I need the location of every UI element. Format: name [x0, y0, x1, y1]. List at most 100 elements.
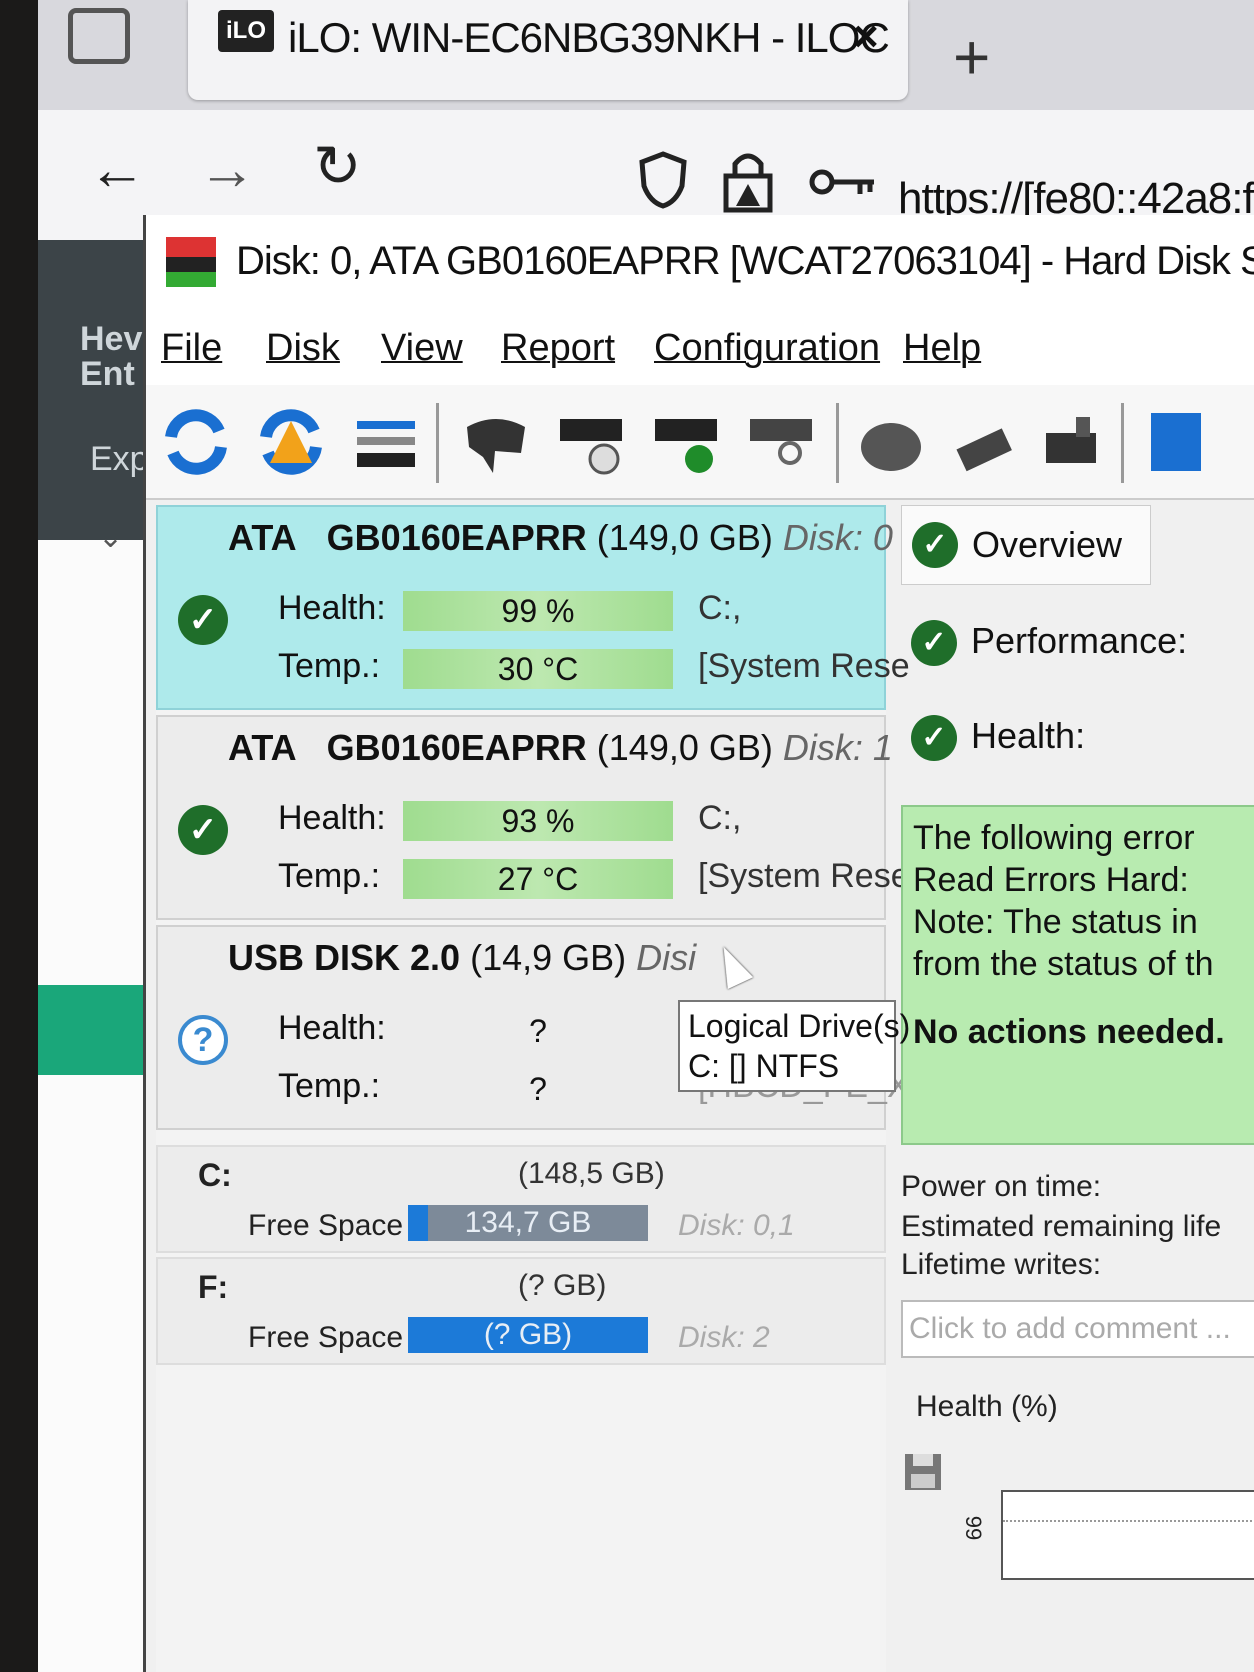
performance-label: Performance:	[971, 620, 1188, 661]
status-ok-icon: ✓	[178, 595, 228, 645]
volume-entry-c[interactable]: C: (148,5 GB) Free Space 134,7 GB Disk: …	[156, 1145, 886, 1253]
key-icon[interactable]	[808, 162, 878, 202]
remaining-life-label: Estimated remaining life	[901, 1210, 1222, 1243]
volume-size: (148,5 GB)	[518, 1157, 665, 1190]
disk-list-icon[interactable]	[351, 407, 421, 477]
drive-letter: C:,	[698, 589, 742, 627]
refresh-warning-icon[interactable]	[256, 407, 326, 477]
menu-configuration[interactable]: Configuration	[654, 327, 880, 370]
tab-title: iLO: WIN-EC6NBG39NKH - ILOC	[288, 14, 890, 61]
free-space-value: 134,7 GB	[464, 1206, 592, 1239]
reload-icon[interactable]: ↻	[313, 132, 362, 200]
temp-bar: 30 °C	[403, 649, 673, 689]
volume-entry-f[interactable]: F: (? GB) Free Space (? GB) Disk: 2	[156, 1257, 886, 1365]
tab-overview-label: Overview	[972, 524, 1123, 565]
health-chart-title: Health (%)	[916, 1390, 1058, 1423]
toolbar-separator	[836, 403, 839, 483]
background-page-sidebar: Hev Ent Exp ⌄ › › › › › ›	[38, 240, 183, 1672]
lock-warning-icon[interactable]	[718, 146, 778, 214]
chart-gridline	[1003, 1520, 1254, 1522]
background-page-active-item[interactable]	[38, 985, 158, 1075]
toolbar	[146, 385, 1254, 500]
overview-panel: ✓ Overview ✓ Performance: ✓ Health: The …	[901, 505, 1254, 1672]
browser-tab-active[interactable]: iLO iLO: WIN-EC6NBG39NKH - ILOC ×	[188, 0, 908, 100]
status-ok-icon: ✓	[911, 715, 957, 761]
window-titlebar[interactable]: Disk: 0, ATA GB0160EAPRR [WCAT27063104] …	[146, 215, 1254, 305]
new-tab-button[interactable]: +	[953, 20, 990, 94]
disk-info-icon[interactable]	[461, 407, 531, 477]
volume-disks: Disk: 0,1	[678, 1209, 795, 1242]
menu-file[interactable]: File	[161, 327, 222, 370]
disk-entry-1[interactable]: ATA GB0160EAPRR (149,0 GB) Disk: 1 ✓ Hea…	[156, 715, 910, 920]
drive-label: [System Rese	[698, 647, 910, 685]
menu-help[interactable]: Help	[903, 327, 981, 370]
bg-text-1: Hev	[80, 320, 143, 358]
health-label: Health:	[278, 799, 386, 837]
disk-entry-0[interactable]: ATA GB0160EAPRR (149,0 GB) Disk: 0 ✓ Hea…	[156, 505, 910, 710]
background-page-header: Hev Ent Exp	[38, 240, 158, 540]
logical-drives-tooltip: Logical Drive(s) C: [] NTFS	[678, 1000, 911, 1092]
free-space-bar: (? GB)	[408, 1317, 648, 1353]
disk-schedule-icon[interactable]	[556, 407, 626, 477]
report-icon[interactable]	[1141, 407, 1211, 477]
message-line: The following error	[913, 819, 1195, 857]
disk-tools-icon[interactable]	[951, 407, 1021, 477]
shield-icon[interactable]	[638, 150, 688, 210]
bg-text-2: Ent	[80, 355, 135, 393]
hds-app-icon	[166, 237, 216, 287]
back-arrow-icon[interactable]: ←	[88, 136, 146, 203]
toolbar-separator	[436, 403, 439, 483]
browser-tabstrip: iLO iLO: WIN-EC6NBG39NKH - ILOC × +	[38, 0, 1254, 110]
refresh-icon[interactable]	[161, 407, 231, 477]
health-label: Health:	[278, 1009, 386, 1047]
message-line: from the status of th	[913, 945, 1214, 983]
status-ok-icon: ✓	[178, 805, 228, 855]
menu-disk[interactable]: Disk	[266, 327, 340, 370]
forward-arrow-icon[interactable]: →	[198, 136, 256, 203]
status-ok-icon: ✓	[912, 522, 958, 568]
chart-axis-tick: 99	[961, 1515, 987, 1541]
health-label: Health:	[278, 589, 386, 627]
disk-ok-icon[interactable]	[651, 407, 721, 477]
status-message-box: The following error Read Errors Hard: No…	[901, 805, 1254, 1145]
window-title: Disk: 0, ATA GB0160EAPRR [WCAT27063104] …	[236, 239, 1254, 283]
tooltip-title: Logical Drive(s)	[688, 1008, 911, 1044]
health-bar: 93 %	[403, 801, 673, 841]
lifetime-writes-label: Lifetime writes:	[901, 1248, 1102, 1281]
disk-title: ATA GB0160EAPRR (149,0 GB) Disk: 0	[228, 517, 893, 558]
menu-view[interactable]: View	[381, 327, 463, 370]
menu-report[interactable]: Report	[501, 327, 615, 370]
disk-surface-icon[interactable]	[856, 407, 926, 477]
ilo-favicon-icon: iLO	[218, 10, 274, 52]
toolbar-separator	[1121, 403, 1124, 483]
temp-label: Temp.:	[278, 857, 381, 895]
message-line: Note: The status in	[913, 903, 1198, 941]
volume-size: (? GB)	[518, 1269, 607, 1302]
chevron-down-icon[interactable]: ⌄	[98, 520, 123, 555]
message-line: Read Errors Hard:	[913, 861, 1189, 899]
free-space-value: (? GB)	[483, 1318, 573, 1351]
health-label: Health:	[971, 715, 1086, 756]
tooltip-value: C: [] NTFS	[688, 1048, 840, 1084]
volume-disks: Disk: 2	[678, 1321, 770, 1354]
health-bar: 99 %	[403, 591, 673, 631]
status-unknown-icon: ?	[178, 1015, 228, 1065]
tab-actions-icon[interactable]	[68, 8, 130, 64]
screen: iLO iLO: WIN-EC6NBG39NKH - ILOC × + ← → …	[38, 0, 1254, 1672]
temp-label: Temp.:	[278, 647, 381, 685]
message-summary: No actions needed.	[913, 1013, 1225, 1051]
disk-title: USB DISK 2.0 (14,9 GB) Disi	[228, 937, 697, 978]
save-icon[interactable]	[901, 1450, 945, 1494]
drive-letter: C:,	[698, 799, 742, 837]
disk-settings-icon[interactable]	[1036, 407, 1106, 477]
close-tab-icon[interactable]: ×	[853, 12, 879, 62]
disk-search-icon[interactable]	[746, 407, 816, 477]
comment-input[interactable]: Click to add comment ...	[901, 1300, 1254, 1358]
bg-text-3: Exp	[90, 440, 149, 478]
free-space-label: Free Space	[248, 1209, 404, 1242]
health-value: ?	[529, 1013, 547, 1049]
tab-overview[interactable]: ✓ Overview	[901, 505, 1151, 585]
temp-bar: 27 °C	[403, 859, 673, 899]
drive-label: [System Rese	[698, 857, 910, 895]
hds-window: Disk: 0, ATA GB0160EAPRR [WCAT27063104] …	[143, 215, 1254, 1672]
